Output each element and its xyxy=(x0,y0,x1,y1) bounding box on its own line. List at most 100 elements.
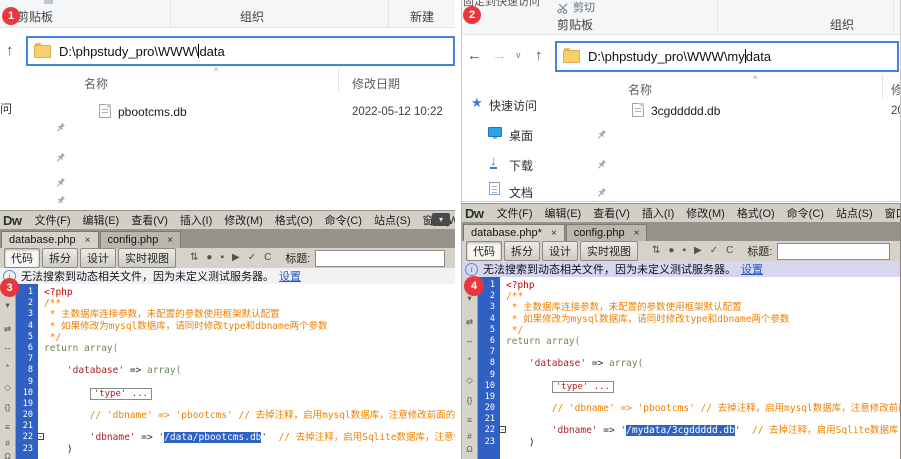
code-line[interactable]: return array( xyxy=(506,336,900,347)
design-view-button[interactable]: 设计 xyxy=(80,248,116,268)
code-line[interactable] xyxy=(506,370,900,381)
file-name[interactable]: pbootcms.db xyxy=(118,105,187,119)
collapse-selection-icon[interactable]: ↔ xyxy=(0,343,15,352)
line-numbers-icon[interactable]: ≡ xyxy=(462,416,477,425)
close-icon[interactable]: × xyxy=(551,228,557,239)
sidebar-item-downloads[interactable]: 下载 xyxy=(509,157,533,174)
preview-in-browser-icon[interactable]: ● xyxy=(206,253,212,263)
address-bar[interactable]: D:\phpstudy_pro\WWW\mydata xyxy=(555,41,899,72)
code-line[interactable]: */ xyxy=(44,332,455,343)
up-arrow-icon[interactable]: ↑ xyxy=(535,48,543,63)
balance-braces-icon[interactable]: {} xyxy=(0,403,15,412)
column-header-name[interactable]: 名称 xyxy=(84,75,108,92)
settings-link[interactable]: 设置 xyxy=(741,261,763,277)
tab-database-php[interactable]: database.php*× xyxy=(463,224,565,241)
code-line[interactable]: * 如果修改为mysql数据库，请同时修改type和dbname两个参数 xyxy=(44,321,455,332)
menu-item[interactable]: 站点(S) xyxy=(830,205,879,221)
code-line[interactable] xyxy=(44,421,455,432)
apply-comment-icon[interactable]: # xyxy=(462,432,477,441)
code-line[interactable]: 'type' ... xyxy=(44,388,455,399)
live-view-options-icon[interactable]: ▶ xyxy=(232,253,240,263)
collapse-full-tag-icon[interactable]: ⇄ xyxy=(462,318,477,327)
expand-all-icon[interactable]: * xyxy=(462,356,477,365)
menu-item[interactable]: 修改(M) xyxy=(218,212,269,228)
code-line[interactable]: // 'dbname' => 'pbootcms' // 去掉注释，启用mysq… xyxy=(506,403,900,414)
file-management-icon[interactable]: ⇅ xyxy=(652,246,660,256)
code-view-button[interactable]: 代码 xyxy=(466,241,502,261)
sidebar-item-desktop[interactable]: 桌面 xyxy=(509,127,533,144)
code-view-button[interactable]: 代码 xyxy=(4,248,40,268)
live-view-options-icon[interactable]: ▶ xyxy=(694,246,702,256)
address-bar[interactable]: D:\phpstudy_pro\WWW\data xyxy=(26,36,455,66)
column-header-name[interactable]: 名称 xyxy=(628,81,652,98)
code-line[interactable]: * 主数据库连接参数，未配置的参数使用框架默认配置 xyxy=(506,302,900,313)
select-parent-tag-icon[interactable]: ◇ xyxy=(0,383,15,392)
line-numbers-icon[interactable]: ≡ xyxy=(0,423,15,432)
code-line[interactable]: * 如果修改为mysql数据库，请同时修改type和dbname两个参数 xyxy=(506,314,900,325)
menu-item[interactable]: 编辑(E) xyxy=(539,205,588,221)
menu-item[interactable]: 站点(S) xyxy=(368,212,417,228)
title-input[interactable] xyxy=(315,250,445,267)
up-arrow-icon[interactable]: ↑ xyxy=(6,43,14,58)
close-icon[interactable]: × xyxy=(634,228,640,239)
multiscreen-preview-icon[interactable]: ▪ xyxy=(682,246,686,256)
forward-arrow-icon[interactable]: → xyxy=(492,48,507,63)
code-line[interactable]: /** xyxy=(44,298,455,309)
code-line[interactable]: 'type' ... xyxy=(506,381,900,392)
code-text[interactable]: <?php/** * 主数据库连接参数，未配置的参数使用框架默认配置 * 如果修… xyxy=(38,284,455,459)
code-line[interactable]: ) xyxy=(506,437,900,448)
tab-database-php[interactable]: database.php× xyxy=(1,231,99,248)
code-text[interactable]: <?php/** * 主数据库连接参数，未配置的参数使用框架默认配置 * 如果修… xyxy=(500,277,900,459)
sidebar-item-documents[interactable]: 文档 xyxy=(509,184,533,201)
code-line[interactable] xyxy=(44,354,455,365)
settings-link[interactable]: 设置 xyxy=(279,268,301,284)
code-line[interactable]: /** xyxy=(506,291,900,302)
code-line[interactable]: 'database' => array( xyxy=(44,365,455,376)
code-line[interactable]: 'database' => array( xyxy=(506,358,900,369)
split-view-button[interactable]: 拆分 xyxy=(504,241,540,261)
chevron-down-icon[interactable]: ∨ xyxy=(515,51,522,60)
menu-item[interactable]: 格式(O) xyxy=(731,205,781,221)
menu-item[interactable]: 插入(I) xyxy=(174,212,218,228)
code-line[interactable] xyxy=(506,347,900,358)
menu-item[interactable]: 查看(V) xyxy=(125,212,174,228)
code-line[interactable]: // 'dbname' => 'pbootcms' // 去掉注释，启用mysq… xyxy=(44,410,455,421)
fold-collapse-icon[interactable]: - xyxy=(499,426,506,433)
code-line[interactable] xyxy=(44,377,455,388)
code-line[interactable] xyxy=(506,414,900,425)
code-line[interactable]: ) xyxy=(44,444,455,455)
live-view-button[interactable]: 实时视图 xyxy=(580,241,638,261)
remove-comment-icon[interactable]: Ω xyxy=(0,452,15,459)
refresh-icon[interactable]: C xyxy=(264,253,271,263)
select-parent-tag-icon[interactable]: ◇ xyxy=(462,376,477,385)
split-view-button[interactable]: 拆分 xyxy=(42,248,78,268)
menu-item[interactable]: 命令(C) xyxy=(319,212,368,228)
code-line[interactable]: <?php xyxy=(44,287,455,298)
address-path[interactable]: D:\phpstudy_pro\WWW\data xyxy=(59,44,225,59)
fold-collapse-icon[interactable]: - xyxy=(37,433,44,440)
code-line[interactable]: 'dbname' => '/data/pbootcms.db' // 去掉注释，… xyxy=(44,432,455,443)
remove-comment-icon[interactable]: Ω xyxy=(462,445,477,454)
code-line[interactable]: 'dbname' => '/mydata/3cgddddd.db' // 去掉注… xyxy=(506,425,900,436)
menu-item[interactable]: 格式(O) xyxy=(269,212,319,228)
menu-item[interactable]: 命令(C) xyxy=(781,205,830,221)
column-header-date[interactable]: 修 xyxy=(891,81,901,98)
close-icon[interactable]: × xyxy=(167,235,173,246)
address-path[interactable]: D:\phpstudy_pro\WWW\mydata xyxy=(588,49,771,64)
expand-all-icon[interactable]: * xyxy=(0,363,15,372)
live-view-button[interactable]: 实时视图 xyxy=(118,248,176,268)
code-line[interactable]: * 主数据库连接参数，未配置的参数使用框架默认配置 xyxy=(44,309,455,320)
menu-item[interactable]: 文件(F) xyxy=(29,212,77,228)
menu-item[interactable]: 编辑(E) xyxy=(77,212,126,228)
code-navigator-icon[interactable]: ▾ xyxy=(0,301,15,310)
collapse-full-tag-icon[interactable]: ⇄ xyxy=(0,325,15,334)
menu-item[interactable]: 查看(V) xyxy=(587,205,636,221)
tab-config-php[interactable]: config.php× xyxy=(566,224,648,241)
column-header-date[interactable]: 修改日期 xyxy=(352,75,400,92)
refresh-icon[interactable]: C xyxy=(726,246,733,256)
app-switcher-button[interactable]: ▾ xyxy=(432,213,450,226)
code-line[interactable]: return array( xyxy=(44,343,455,354)
balance-braces-icon[interactable]: {} xyxy=(462,396,477,405)
code-line[interactable] xyxy=(506,392,900,403)
menu-item[interactable]: 修改(M) xyxy=(680,205,731,221)
